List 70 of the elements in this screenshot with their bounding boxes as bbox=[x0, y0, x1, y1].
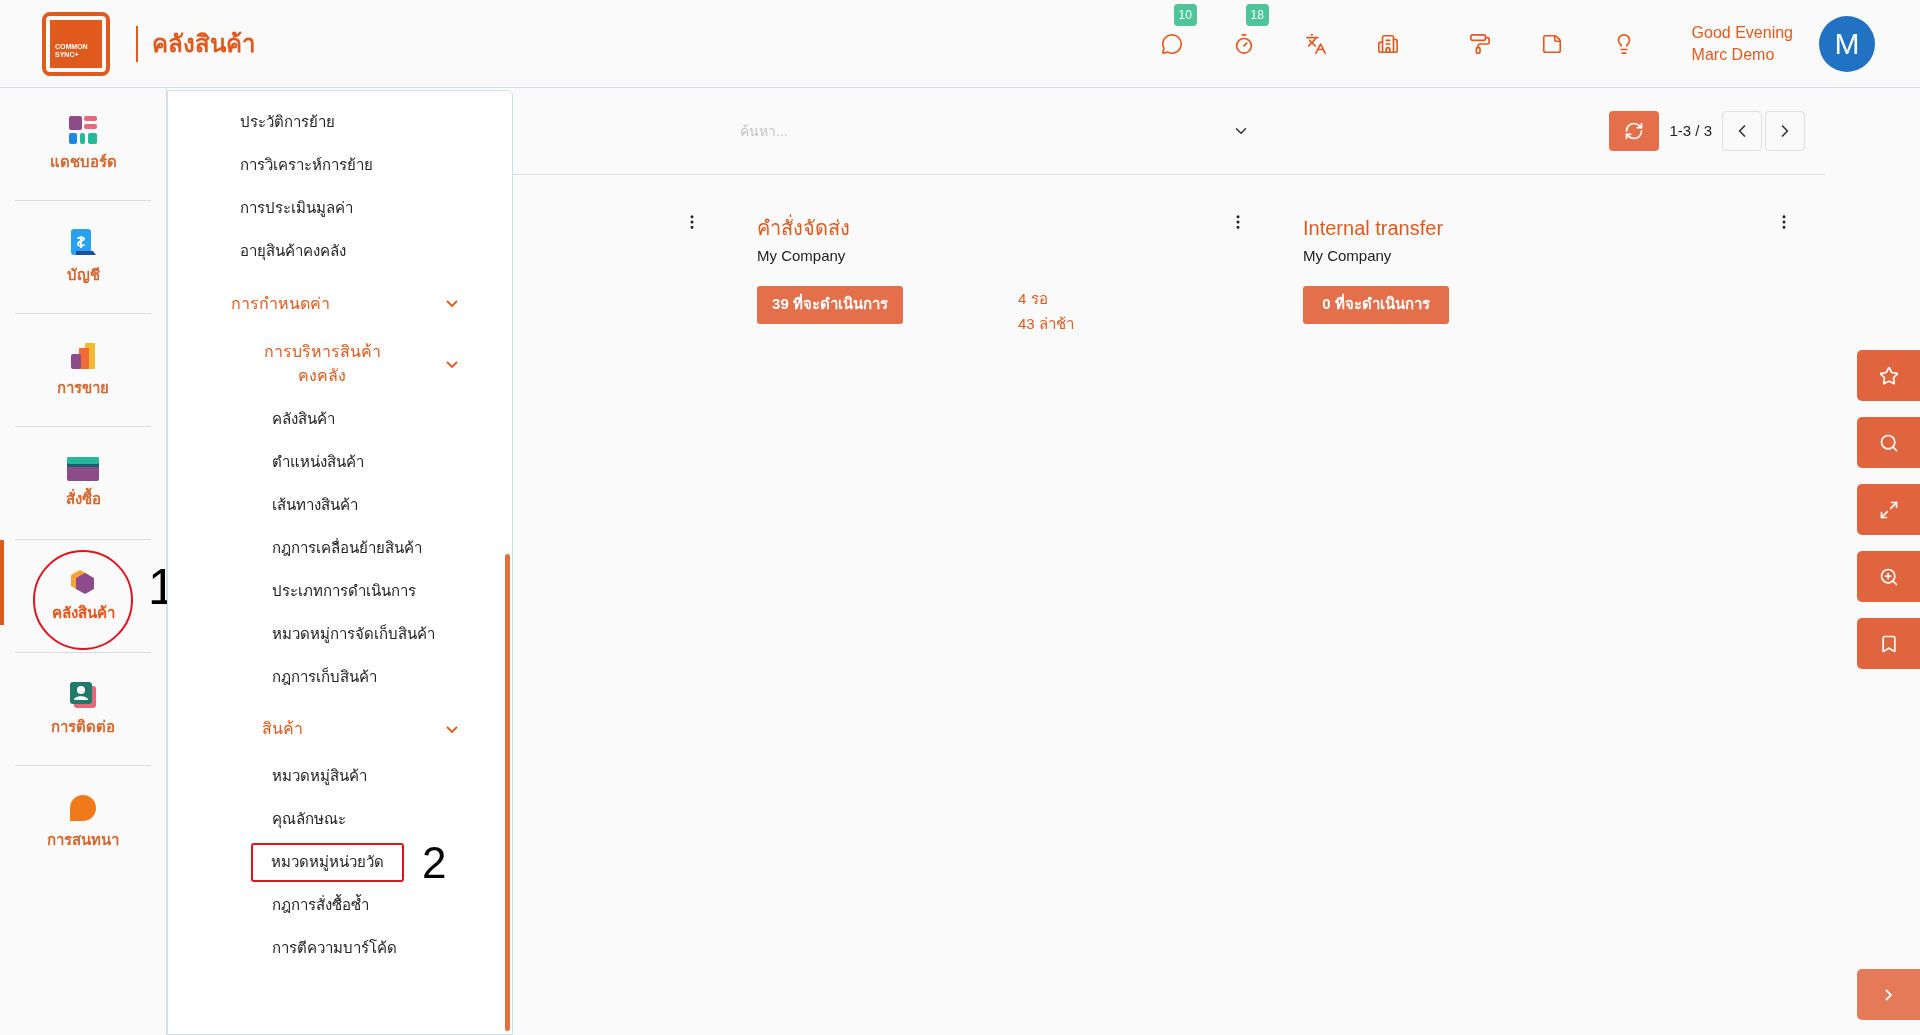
note-icon bbox=[1540, 32, 1563, 55]
expand-icon bbox=[1878, 499, 1899, 520]
dashboard-icon bbox=[68, 114, 98, 145]
cube-icon bbox=[69, 567, 97, 596]
building-icon bbox=[1376, 32, 1399, 55]
company-name: My Company bbox=[1303, 246, 1393, 266]
search-icon bbox=[1878, 432, 1899, 453]
stat-link[interactable]: 4 รอ bbox=[1018, 285, 1074, 311]
sidebar-item[interactable]: สั่งซื้อ bbox=[15, 427, 151, 540]
bookmark-button[interactable] bbox=[1857, 618, 1920, 669]
menu-group[interactable]: สินค้า bbox=[262, 717, 303, 741]
count-badge: 18 bbox=[1245, 3, 1269, 26]
pager-text: 1-3 / 3 bbox=[1669, 120, 1712, 141]
zoom-in-button[interactable] bbox=[1857, 551, 1920, 602]
menu-group[interactable]: การบริหารสินค้าคงคลัง bbox=[262, 340, 382, 388]
menu-link[interactable]: ตำแหน่งสินค้า bbox=[272, 451, 364, 474]
refresh-icon bbox=[1624, 121, 1645, 141]
chat-bubble-icon bbox=[68, 793, 98, 824]
sidebar-item[interactable]: บัญชี bbox=[15, 201, 151, 314]
menu-link[interactable]: หมวดหมู่การจัดเก็บสินค้า bbox=[272, 623, 435, 646]
action-button[interactable]: 0 ที่จะดำเนินการ bbox=[1303, 285, 1449, 324]
menu-link[interactable]: คลังสินค้า bbox=[272, 408, 335, 431]
menu-link[interactable]: กฎการสั่งซื้อซ้ำ bbox=[272, 894, 369, 917]
menu-link[interactable]: อายุสินค้าคงคลัง bbox=[240, 240, 346, 263]
count-badge: 10 bbox=[1173, 3, 1197, 26]
card-title[interactable]: Internal transfer bbox=[1303, 213, 1444, 243]
sidebar-item[interactable]: การขาย bbox=[15, 314, 151, 427]
greeting-text: Marc Demo bbox=[1691, 44, 1776, 65]
menu-link[interactable]: การประเมินมูลค่า bbox=[240, 197, 353, 220]
chat-icon bbox=[1160, 32, 1183, 55]
paint-roller-icon bbox=[1468, 32, 1491, 55]
search-button[interactable] bbox=[1857, 417, 1920, 468]
sidebar-item[interactable]: การติดต่อ bbox=[15, 653, 151, 766]
app-title: คลังสินค้า bbox=[152, 28, 255, 59]
sidebar-item[interactable]: การสนทนา bbox=[15, 766, 151, 879]
menu-link[interactable]: หมวดหมู่สินค้า bbox=[272, 765, 367, 788]
menu-link[interactable]: ประเภทการดำเนินการ bbox=[272, 580, 416, 603]
menu-link[interactable]: ประวัติการย้าย bbox=[240, 111, 335, 134]
menu-link[interactable]: การตีความบาร์โค้ด bbox=[272, 937, 397, 960]
invoice-icon bbox=[68, 227, 98, 258]
chevron-right-icon bbox=[1885, 988, 1892, 1001]
star-button[interactable] bbox=[1857, 350, 1920, 401]
zoom-in-icon bbox=[1878, 566, 1899, 587]
card-title[interactable]: คำสั่งจัดส่ง bbox=[757, 213, 850, 243]
menu-link[interactable]: การวิเคราะห์การย้าย bbox=[240, 154, 373, 177]
sidebar-item[interactable]: แดชบอร์ด bbox=[15, 88, 151, 201]
chevron-icon[interactable] bbox=[446, 725, 458, 733]
bar-chart-icon bbox=[68, 340, 98, 371]
star-icon bbox=[1878, 365, 1899, 386]
menu-link[interactable]: หมวดหมู่หน่วยวัด bbox=[251, 843, 404, 882]
refresh-button[interactable] bbox=[1609, 111, 1660, 151]
scrollbar-thumb[interactable] bbox=[505, 554, 510, 1031]
company-name: My Company bbox=[757, 246, 847, 266]
menu-group[interactable]: การกำหนดค่า bbox=[231, 291, 330, 316]
sidebar-item[interactable]: คลังสินค้า bbox=[15, 540, 151, 653]
stat-link[interactable]: 43 ล่าช้า bbox=[1018, 310, 1074, 336]
action-button[interactable]: 39 ที่จะดำเนินการ bbox=[757, 285, 903, 324]
greeting-text: Good Evening bbox=[1691, 22, 1793, 43]
chevron-icon[interactable] bbox=[446, 360, 458, 368]
menu-link[interactable]: กฎการเก็บสินค้า bbox=[272, 666, 377, 689]
chevron-icon[interactable] bbox=[446, 300, 458, 307]
menu-link[interactable]: กฎการเคลื่อนย้ายสินค้า bbox=[272, 537, 422, 560]
contact-card-icon bbox=[68, 679, 98, 710]
card-icon bbox=[66, 455, 100, 482]
translate-icon bbox=[1304, 32, 1327, 55]
expand-button[interactable] bbox=[1857, 484, 1920, 535]
menu-link[interactable]: คุณลักษณะ bbox=[272, 808, 346, 831]
menu-link[interactable]: เส้นทางสินค้า bbox=[272, 494, 358, 517]
avatar[interactable]: M bbox=[1819, 15, 1875, 72]
annotation-number: 2 bbox=[422, 840, 447, 885]
